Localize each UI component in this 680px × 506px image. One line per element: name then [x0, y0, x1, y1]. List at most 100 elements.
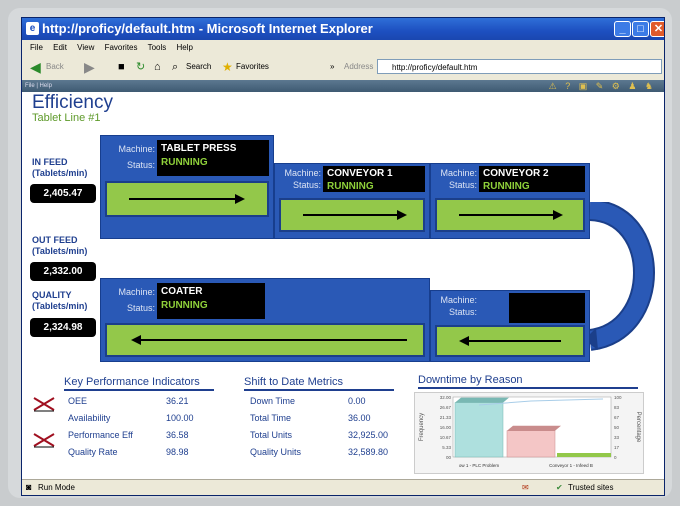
coater-status: RUNNING — [161, 300, 208, 311]
shift-totalunits-label: Total Units — [250, 430, 293, 440]
menu-help[interactable]: Help — [177, 43, 193, 52]
minimize-button[interactable]: _ — [614, 21, 631, 37]
conveyor1-conveyor — [279, 198, 425, 232]
baseline-bar — [557, 453, 611, 457]
left-arrow-icon — [131, 335, 407, 345]
shift-qualityunits-value: 32,589.80 — [348, 447, 389, 457]
conveyor1-name: CONVEYOR 1 — [327, 168, 393, 179]
home-icon[interactable]: ⌂ — [154, 55, 161, 79]
menu-favorites[interactable]: Favorites — [105, 43, 138, 52]
window-title: http://proficy/default.htm - Microsoft I… — [42, 21, 373, 36]
y-tick-label: 16.00 — [440, 425, 452, 430]
refresh-icon[interactable]: ↻ — [136, 55, 145, 79]
tablet-press-info: TABLET PRESS RUNNING — [157, 140, 269, 176]
conveyor2-name: CONVEYOR 2 — [483, 168, 549, 179]
menu-tools[interactable]: Tools — [148, 43, 167, 52]
kpi-title: Key Performance Indicators — [64, 376, 214, 391]
left-arrow-icon — [459, 336, 561, 346]
kpi-quality-value: 98.98 — [166, 447, 189, 457]
y2-tick-label: 67 — [614, 415, 620, 420]
status-right: Trusted sites — [568, 483, 614, 492]
downtime-title: Downtime by Reason — [418, 374, 638, 389]
bar-top — [455, 397, 509, 403]
y-tick-label: 10.67 — [440, 435, 452, 440]
tablet-press-name: TABLET PRESS — [161, 143, 237, 154]
y2-tick-label: 0 — [614, 455, 617, 460]
infeed-label: IN FEED (Tablets/min) — [32, 157, 88, 178]
conveyor2-status: RUNNING — [483, 181, 530, 192]
coater-info: COATER RUNNING — [157, 283, 265, 319]
shift-qualityunits-label: Quality Units — [250, 447, 302, 457]
favorites-star-icon[interactable]: ★ — [222, 55, 233, 79]
coater-block[interactable]: Machine: Status: COATER RUNNING — [100, 278, 430, 362]
right-arrow-icon — [303, 210, 407, 220]
kpi-chart-icon-2 — [33, 433, 55, 448]
conveyor1-info: CONVEYOR 1 RUNNING — [323, 166, 425, 192]
conveyor2-block[interactable]: Machine: Status: CONVEYOR 2 RUNNING — [430, 163, 590, 239]
y2-axis-label: Percentage — [635, 412, 641, 443]
forward-arrow-icon[interactable]: ▶ — [84, 55, 95, 79]
menu-bar: File Edit View Favorites Tools Help — [22, 40, 664, 55]
tablet-press-conveyor — [105, 181, 269, 217]
search-button[interactable]: Search — [186, 55, 211, 79]
bar — [454, 402, 504, 458]
stop-icon[interactable]: ■ — [118, 55, 125, 79]
kpi-oee-value: 36.21 — [166, 396, 189, 406]
y-tick-label: 26.67 — [440, 405, 452, 410]
right-arrow-icon — [459, 210, 563, 220]
quality-value: 2,324.98 — [30, 318, 96, 337]
tablet-press-status: RUNNING — [161, 157, 208, 168]
kpi-availability-label: Availability — [68, 413, 111, 423]
favorites-button[interactable]: Favorites — [236, 55, 269, 79]
back-button[interactable]: Back — [46, 55, 64, 79]
conveyor1-block[interactable]: Machine: Status: CONVEYOR 1 RUNNING — [274, 163, 430, 239]
app-menu[interactable]: File | Help — [25, 83, 52, 89]
back-arrow-icon[interactable]: ◀ — [30, 55, 41, 79]
menu-file[interactable]: File — [30, 43, 43, 52]
y-tick-label: 5.33 — [442, 445, 451, 450]
browser-window: e http://proficy/default.htm - Microsoft… — [21, 17, 665, 496]
bar-top — [507, 425, 561, 431]
bar — [506, 430, 556, 458]
menu-edit[interactable]: Edit — [53, 43, 67, 52]
menu-view[interactable]: View — [77, 43, 94, 52]
ie-icon: e — [26, 22, 39, 35]
y-tick-label: 32.00 — [440, 395, 452, 400]
blank-machine-info — [509, 293, 585, 323]
close-button[interactable]: ✕ — [650, 21, 664, 37]
status-left: Run Mode — [38, 483, 75, 492]
y2-tick-label: 100 — [614, 395, 622, 400]
y2-tick-label: 50 — [614, 425, 620, 430]
page-title: Efficiency — [32, 92, 113, 113]
search-icon[interactable]: ⌕ — [172, 55, 178, 79]
toolbar-overflow-icon[interactable]: » — [330, 55, 334, 79]
address-bar[interactable]: http://proficy/default.htm — [377, 59, 662, 74]
trusted-icon: ✔ — [556, 483, 563, 492]
right-arrow-icon — [129, 194, 245, 204]
coater-name: COATER — [161, 286, 203, 297]
kpi-chart-icon — [33, 397, 55, 412]
shift-totaltime-label: Total Time — [250, 413, 292, 423]
outfeed-value: 2,332.00 — [30, 262, 96, 281]
conveyor2-info: CONVEYOR 2 RUNNING — [479, 166, 585, 192]
maximize-button[interactable]: □ — [632, 21, 649, 37]
shift-title: Shift to Date Metrics — [244, 376, 394, 391]
kpi-performance-label: Performance Eff — [68, 430, 133, 440]
app-toolbar-icons[interactable]: ⚠ ? ▣ ✎ ⚙ ♟ ♞ — [549, 80, 656, 92]
x-tick-label: Conveyor 1 - Infeed B — [549, 463, 593, 468]
shift-downtime-label: Down Time — [250, 396, 296, 406]
title-bar[interactable]: e http://proficy/default.htm - Microsoft… — [22, 18, 664, 40]
address-value: http://proficy/default.htm — [392, 63, 478, 72]
y2-tick-label: 33 — [614, 435, 620, 440]
page-subtitle: Tablet Line #1 — [32, 112, 101, 124]
downtime-chart-svg: 32.00 26.67 21.33 16.00 10.67 5.33 00 100 83 67 50… — [419, 395, 641, 468]
tablet-press-block[interactable]: Machine: Status: TABLET PRESS RUNNING — [100, 135, 274, 239]
outfeed-label: OUT FEED (Tablets/min) — [32, 235, 88, 256]
status-bar: ◙ Run Mode ✉ ✔ Trusted sites — [22, 479, 664, 495]
downtime-chart[interactable]: 32.00 26.67 21.33 16.00 10.67 5.33 00 100 83 67 50… — [414, 392, 644, 474]
shift-totalunits-value: 32,925.00 — [348, 430, 389, 440]
conveyor2-conveyor — [435, 198, 585, 232]
kpi-availability-value: 100.00 — [166, 413, 194, 423]
blank-machine-block[interactable]: Machine: Status: — [430, 290, 590, 362]
app-menu-bar: File | Help ⚠ ? ▣ ✎ ⚙ ♟ ♞ — [22, 80, 664, 92]
